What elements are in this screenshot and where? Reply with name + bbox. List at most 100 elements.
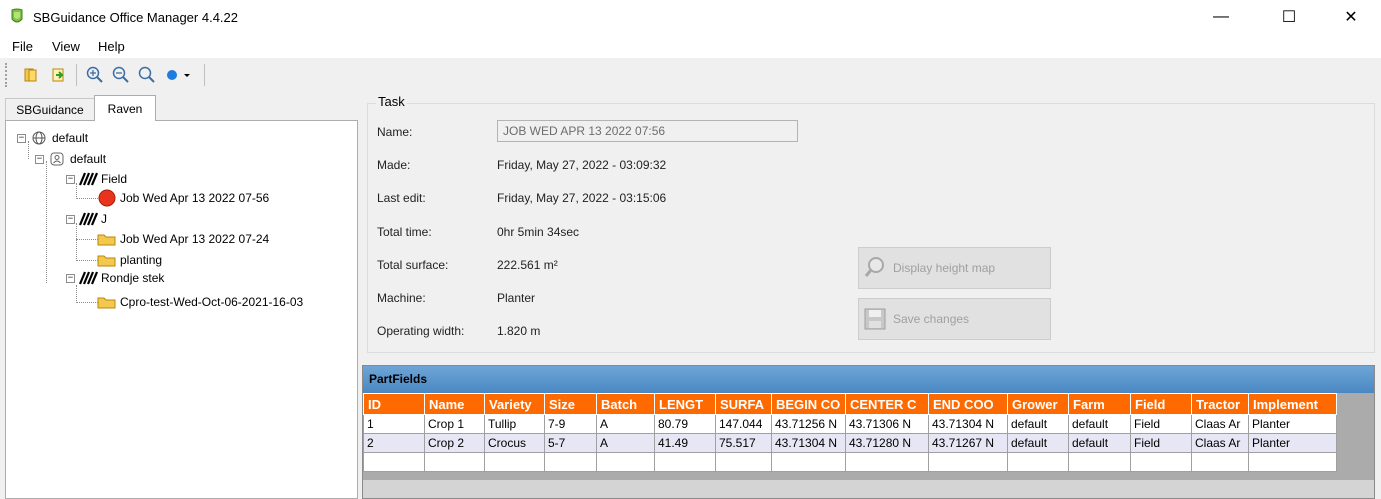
table-cell[interactable]: 147.044 [715, 414, 772, 434]
table-cell[interactable]: A [596, 433, 655, 453]
collapse-toggle[interactable]: − [66, 273, 75, 283]
column-header[interactable]: BEGIN CO [771, 393, 846, 415]
table-cell[interactable] [484, 452, 545, 472]
column-header[interactable]: Name [424, 393, 485, 415]
column-header[interactable]: Size [544, 393, 597, 415]
table-cell[interactable]: Tullip [484, 414, 545, 434]
minimize-button[interactable]: — [1198, 0, 1244, 34]
column-header[interactable]: Tractor [1191, 393, 1249, 415]
tree-node-job[interactable]: Job Wed Apr 13 2022 07-24 [97, 230, 269, 248]
table-cell[interactable]: Field [1130, 414, 1192, 434]
collapse-toggle[interactable]: − [17, 133, 26, 143]
column-header[interactable]: Field [1130, 393, 1192, 415]
tree-node-field[interactable]: − Rondje stek [66, 269, 164, 287]
table-cell[interactable]: 43.71267 N [928, 433, 1008, 453]
tree-node-client[interactable]: − default [35, 150, 106, 168]
table-cell[interactable]: 43.71304 N [928, 414, 1008, 434]
maximize-button[interactable]: ☐ [1266, 0, 1312, 34]
table-cell[interactable]: 43.71280 N [845, 433, 929, 453]
table-row[interactable]: 1 Crop 1 Tullip 7-9 A 80.79 147.044 43.7… [363, 414, 1337, 434]
table-cell[interactable]: 43.71306 N [845, 414, 929, 434]
table-cell[interactable]: 75.517 [715, 433, 772, 453]
table-cell[interactable]: Crop 2 [424, 433, 485, 453]
total-surface-value: 222.561 m² [497, 258, 558, 272]
tab-sbguidance[interactable]: SBGuidance [5, 98, 95, 120]
table-cell[interactable]: 43.71256 N [771, 414, 846, 434]
table-cell[interactable] [654, 452, 716, 472]
column-header[interactable]: LENGT [654, 393, 716, 415]
table-cell[interactable]: 1 [363, 414, 425, 434]
table-cell[interactable] [596, 452, 655, 472]
table-cell[interactable] [424, 452, 485, 472]
tab-raven[interactable]: Raven [94, 95, 156, 121]
table-cell[interactable] [1248, 452, 1337, 472]
table-cell[interactable]: 41.49 [654, 433, 716, 453]
zoom-in-button[interactable] [84, 63, 106, 87]
name-field[interactable] [497, 120, 798, 142]
open-button[interactable] [20, 63, 42, 87]
table-cell[interactable]: Claas Ar [1191, 433, 1249, 453]
column-header[interactable]: END COO [928, 393, 1008, 415]
table-cell[interactable]: Crocus [484, 433, 545, 453]
table-cell[interactable]: 2 [363, 433, 425, 453]
table-cell[interactable] [1191, 452, 1249, 472]
table-cell[interactable]: default [1007, 414, 1069, 434]
zoom-out-button[interactable] [110, 63, 132, 87]
table-cell[interactable]: default [1068, 414, 1131, 434]
zoom-fit-button[interactable] [136, 63, 158, 87]
tree-node-root[interactable]: − default [17, 129, 88, 147]
table-cell[interactable] [1130, 452, 1192, 472]
table-cell[interactable]: Field [1130, 433, 1192, 453]
magnifier-icon [863, 256, 887, 280]
collapse-toggle[interactable]: − [66, 214, 75, 224]
collapse-toggle[interactable]: − [35, 154, 44, 164]
table-cell[interactable] [845, 452, 929, 472]
column-header[interactable]: Implement [1248, 393, 1337, 415]
tree-view[interactable]: − default − default − Field Job Wed Apr … [5, 120, 358, 499]
column-header[interactable]: Variety [484, 393, 545, 415]
save-changes-button[interactable]: Save changes [858, 298, 1051, 340]
tree-node-field[interactable]: − Field [66, 170, 127, 188]
table-row[interactable]: 2 Crop 2 Crocus 5-7 A 41.49 75.517 43.71… [363, 433, 1337, 453]
tree-node-job[interactable]: Cpro-test-Wed-Oct-06-2021-16-03 [97, 293, 303, 311]
table-cell[interactable]: 80.79 [654, 414, 716, 434]
column-header[interactable]: CENTER C [845, 393, 929, 415]
table-cell[interactable]: 7-9 [544, 414, 597, 434]
tree-node-job[interactable]: planting [97, 251, 162, 269]
close-button[interactable]: ✕ [1328, 0, 1374, 34]
table-cell[interactable] [771, 452, 846, 472]
table-cell[interactable]: Planter [1248, 414, 1337, 434]
table-cell[interactable]: 43.71304 N [771, 433, 846, 453]
new-row[interactable] [363, 452, 1337, 472]
table-cell[interactable]: A [596, 414, 655, 434]
table-cell[interactable] [544, 452, 597, 472]
display-height-map-button[interactable]: Display height map [858, 247, 1051, 289]
partfields-grid[interactable]: PartFields ID Name Variety Size Batch LE… [362, 365, 1375, 499]
table-cell[interactable]: 5-7 [544, 433, 597, 453]
table-cell[interactable]: Claas Ar [1191, 414, 1249, 434]
table-cell[interactable] [1068, 452, 1131, 472]
menu-view[interactable]: View [52, 39, 80, 54]
menu-help[interactable]: Help [98, 39, 125, 54]
table-cell[interactable]: default [1068, 433, 1131, 453]
table-cell[interactable] [363, 452, 425, 472]
column-header[interactable]: Batch [596, 393, 655, 415]
collapse-toggle[interactable]: − [66, 174, 75, 184]
column-header[interactable]: SURFA [715, 393, 772, 415]
column-header[interactable]: Grower [1007, 393, 1069, 415]
table-cell[interactable] [928, 452, 1008, 472]
tree-node-label: default [52, 131, 89, 145]
table-cell[interactable] [715, 452, 772, 472]
table-cell[interactable]: Planter [1248, 433, 1337, 453]
menu-file[interactable]: File [12, 39, 33, 54]
column-header[interactable]: ID [363, 393, 425, 415]
table-cell[interactable]: Crop 1 [424, 414, 485, 434]
color-dropdown-button[interactable] [162, 63, 196, 87]
tree-node-field[interactable]: − J [66, 210, 107, 228]
table-cell[interactable]: default [1007, 433, 1069, 453]
toolbar-grip[interactable] [5, 63, 7, 87]
table-cell[interactable] [1007, 452, 1069, 472]
column-header[interactable]: Farm [1068, 393, 1131, 415]
import-button[interactable] [48, 63, 70, 87]
tree-node-job[interactable]: Job Wed Apr 13 2022 07-56 [97, 189, 269, 207]
